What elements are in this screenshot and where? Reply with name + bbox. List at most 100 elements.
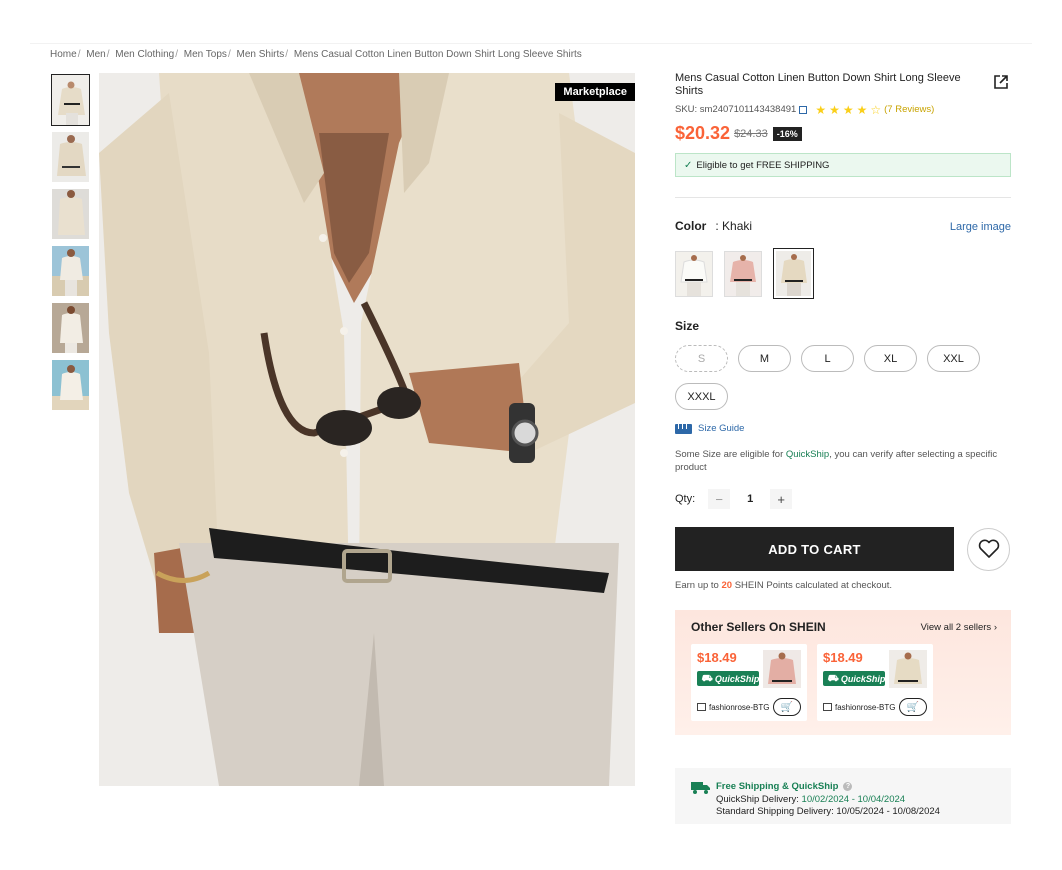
breadcrumb-men-shirts[interactable]: Men Shirts (237, 49, 285, 60)
ruler-icon (675, 423, 692, 434)
color-swatches (675, 248, 1011, 299)
points-value: 20 (721, 580, 733, 591)
store-name[interactable]: fashionrose-BTG (835, 703, 895, 712)
other-sellers-title: Other Sellers On SHEIN (691, 620, 826, 634)
breadcrumb-men[interactable]: Men (86, 49, 105, 60)
cart-row: ADD TO CART (675, 527, 1011, 571)
free-shipping-banner: ✓ Eligible to get FREE SHIPPING (675, 153, 1011, 177)
wishlist-button[interactable] (967, 527, 1010, 571)
cart-plus-icon: 🛒 (780, 701, 794, 713)
qty-label: Qty: (675, 493, 696, 505)
standard-delivery: Standard Shipping Delivery: 10/05/2024 -… (716, 806, 940, 817)
other-sellers-panel: Other Sellers On SHEIN View all 2 seller… (675, 610, 1011, 735)
discount-badge: -16% (772, 126, 802, 141)
breadcrumb-men-tops[interactable]: Men Tops (184, 49, 227, 60)
breadcrumb-current: Mens Casual Cotton Linen Button Down Shi… (293, 49, 582, 60)
size-xxxl[interactable]: XXXL (675, 383, 728, 410)
reviews-link[interactable]: (7 Reviews) (884, 104, 934, 115)
cart-plus-icon: 🛒 (906, 701, 920, 713)
free-shipping-text: Eligible to get FREE SHIPPING (696, 159, 830, 171)
thumbnail-1[interactable] (51, 74, 90, 126)
delivery-title: Free Shipping & QuickShip (716, 781, 839, 792)
size-xxl[interactable]: XXL (927, 345, 980, 372)
size-xl[interactable]: XL (864, 345, 917, 372)
color-row: Color : Khaki Large image (675, 219, 1011, 233)
quickship-link[interactable]: QuickShip (786, 449, 829, 460)
help-icon[interactable]: ? (843, 782, 853, 791)
price-row: $20.32 $24.33 -16% (675, 123, 1011, 144)
color-value: : Khaki (715, 219, 753, 233)
heart-icon (978, 539, 999, 558)
size-guide-link[interactable]: Size Guide (675, 423, 1011, 434)
star-icon: ★ (829, 102, 840, 117)
add-to-cart-button[interactable]: ADD TO CART (675, 527, 954, 571)
store-name[interactable]: fashionrose-BTG (709, 703, 769, 712)
breadcrumb: Home/ Men/ Men Clothing/ Men Tops/ Men S… (50, 49, 582, 60)
size-guide-label: Size Guide (698, 423, 745, 434)
add-to-cart-mini-button[interactable]: 🛒 (899, 698, 927, 716)
store-icon (697, 703, 706, 711)
shirt-photo (99, 73, 635, 786)
share-icon[interactable] (993, 74, 1009, 90)
size-l[interactable]: L (801, 345, 854, 372)
qty-value[interactable]: 1 (730, 493, 770, 505)
quickship-badge: ⛟ QuickShip (697, 671, 759, 686)
quantity-stepper: − 1 + (708, 489, 793, 509)
qty-minus-button[interactable]: − (708, 489, 731, 509)
points-text: Earn up to 20 SHEIN Points calculated at… (675, 580, 1011, 591)
thumbnail-3[interactable] (51, 188, 90, 240)
quickship-delivery-label: QuickShip Delivery: (716, 794, 802, 805)
rating-stars: ★ ★ ★ ★ ☆ (815, 102, 882, 117)
product-info-panel: Mens Casual Cotton Linen Button Down Shi… (675, 72, 1011, 824)
copy-icon[interactable] (799, 105, 808, 114)
sku-row: SKU: sm2407101143438491 ★ ★ ★ ★ ☆ (7 Rev… (675, 102, 1011, 117)
star-icon: ★ (842, 102, 854, 117)
quantity-row: Qty: − 1 + (675, 489, 1011, 509)
color-label: Color (675, 219, 707, 233)
points-prefix: Earn up to (675, 580, 722, 591)
quickship-badge-label: QuickShip (840, 673, 886, 684)
seller-card[interactable]: $18.49 ⛟ QuickShip fashionrose-BTG 🛒 (817, 644, 933, 721)
swatch-pink[interactable] (724, 250, 762, 297)
truck-icon (691, 782, 710, 794)
check-icon: ✓ (684, 159, 693, 171)
thumbnail-strip (51, 74, 90, 416)
quickship-note: Some Size are eligible for QuickShip, yo… (675, 448, 1011, 474)
header-divider (30, 43, 1032, 44)
truck-icon: ⛟ (701, 672, 713, 683)
swatch-khaki[interactable] (773, 248, 814, 299)
store-icon (823, 703, 832, 711)
size-s[interactable]: S (675, 345, 728, 372)
swatch-white[interactable] (675, 250, 713, 297)
qty-plus-button[interactable]: + (770, 489, 793, 509)
thumbnail-4[interactable] (51, 245, 90, 297)
breadcrumb-home[interactable]: Home (50, 49, 77, 60)
quickship-badge: ⛟ QuickShip (823, 671, 885, 686)
size-m[interactable]: M (738, 345, 791, 372)
thumbnail-2[interactable] (51, 131, 90, 183)
truck-icon: ⛟ (827, 672, 839, 683)
original-price: $24.33 (734, 127, 768, 140)
thumbnail-6[interactable] (51, 359, 90, 411)
delivery-info: Free Shipping & QuickShip? QuickShip Del… (675, 768, 1011, 824)
thumbnail-5[interactable] (51, 302, 90, 354)
seller-product-image (763, 650, 801, 688)
size-label: Size (675, 319, 700, 333)
star-icon: ★ (856, 102, 868, 117)
breadcrumb-men-clothing[interactable]: Men Clothing (115, 49, 174, 60)
size-options: S M L XL XXL XXXL (675, 345, 995, 410)
half-star-icon: ☆ (870, 102, 882, 117)
note-prefix: Some Size are eligible for (675, 449, 786, 460)
sale-price: $20.32 (675, 123, 731, 143)
seller-card[interactable]: $18.49 ⛟ QuickShip fashionrose-BTG 🛒 (691, 644, 807, 721)
add-to-cart-mini-button[interactable]: 🛒 (773, 698, 801, 716)
large-image-link[interactable]: Large image (950, 221, 1011, 233)
product-title: Mens Casual Cotton Linen Button Down Shi… (675, 72, 961, 97)
quickship-badge-label: QuickShip (714, 673, 760, 684)
view-all-sellers-link[interactable]: View all 2 sellers › (921, 622, 997, 633)
seller-product-image (889, 650, 927, 688)
points-suffix: SHEIN Points calculated at checkout. (732, 580, 893, 591)
main-product-image[interactable]: Marketplace (99, 73, 635, 786)
sku-text: SKU: sm2407101143438491 (675, 104, 797, 115)
quickship-delivery-dates: 10/02/2024 - 10/04/2024 (801, 794, 906, 805)
